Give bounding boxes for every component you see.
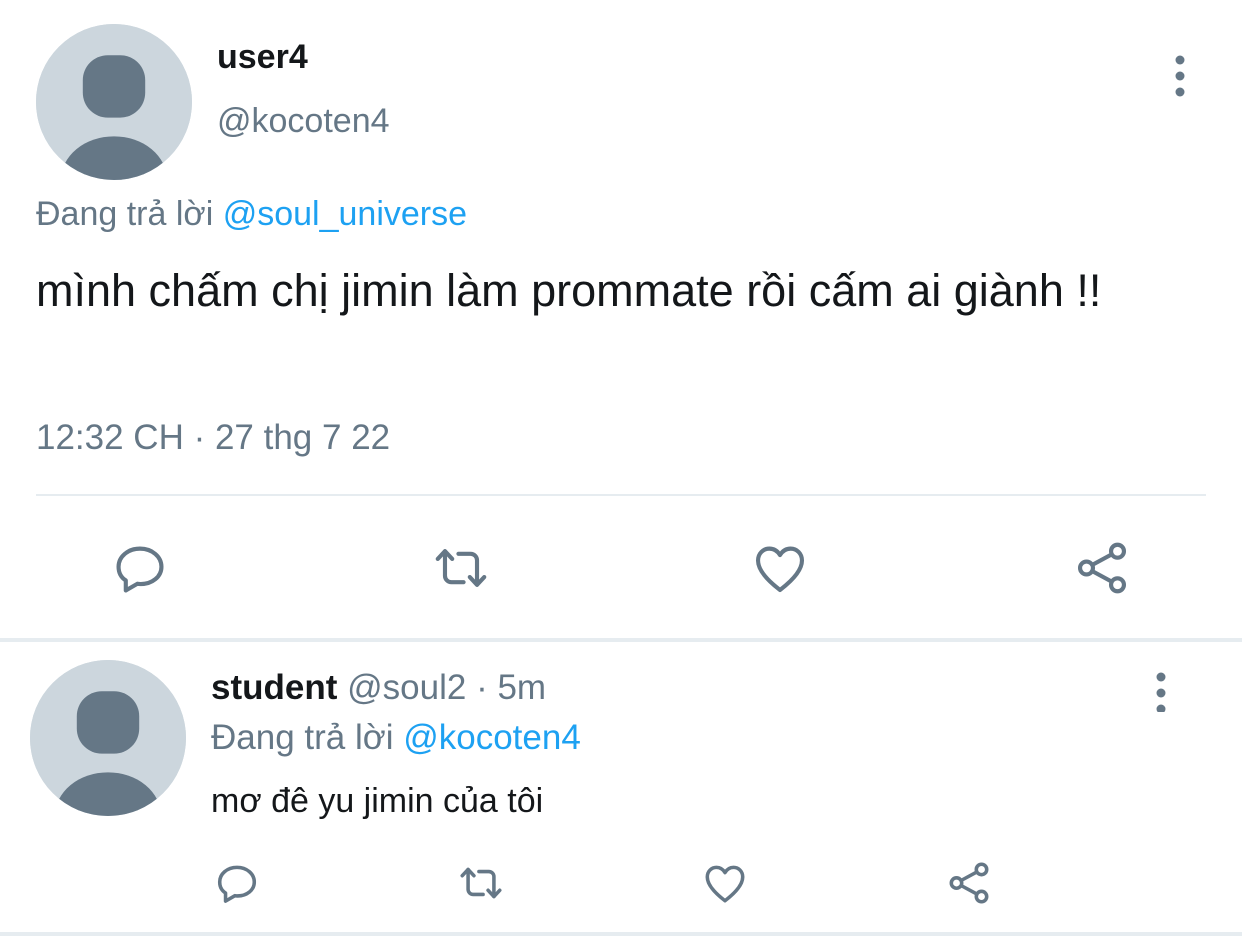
tweet-text: mơ đê yu jimin của tôi xyxy=(211,782,544,820)
avatar[interactable] xyxy=(36,24,192,180)
share-icon xyxy=(949,862,989,904)
replying-to: Đang trả lời @soul_universe xyxy=(36,195,467,234)
share-button[interactable] xyxy=(941,855,997,911)
user-handle[interactable]: @kocoten4 xyxy=(217,102,390,141)
retweet-icon xyxy=(435,549,487,587)
reply-icon xyxy=(116,546,164,593)
separator-dot: · xyxy=(476,668,488,707)
like-icon xyxy=(705,865,745,903)
reply-header: student @soul2 · 5m xyxy=(211,668,546,708)
default-avatar-icon xyxy=(36,24,192,180)
replying-to-mention[interactable]: @soul_universe xyxy=(223,195,467,233)
display-name[interactable]: user4 xyxy=(217,38,308,77)
retweet-button[interactable] xyxy=(425,532,497,604)
retweet-icon xyxy=(460,867,502,899)
tweet-text: mình chấm chị jimin làm prommate rồi cấm… xyxy=(36,265,1102,316)
avatar[interactable] xyxy=(30,660,186,816)
share-icon xyxy=(1077,542,1127,594)
more-vertical-icon xyxy=(1156,672,1166,712)
relative-time[interactable]: 5m xyxy=(497,668,546,707)
divider xyxy=(36,494,1206,496)
retweet-button[interactable] xyxy=(453,855,509,911)
bottom-divider xyxy=(0,932,1242,936)
share-button[interactable] xyxy=(1066,532,1138,604)
section-divider xyxy=(0,638,1242,642)
more-vertical-icon xyxy=(1175,55,1185,97)
tweet-timestamp[interactable]: 12:32 CH · 27 thg 7 22 xyxy=(36,418,390,458)
user-handle[interactable]: @soul2 xyxy=(347,668,466,707)
replying-prefix: Đang trả lời xyxy=(36,195,214,233)
more-options-button[interactable] xyxy=(1160,46,1200,106)
display-name[interactable]: student xyxy=(211,668,337,707)
replying-to-mention[interactable]: @kocoten4 xyxy=(403,718,581,757)
reply-button[interactable] xyxy=(104,532,176,604)
reply-icon xyxy=(217,865,257,903)
like-button[interactable] xyxy=(744,532,816,604)
default-avatar-icon xyxy=(30,660,186,816)
reply-button[interactable] xyxy=(209,855,265,911)
replying-prefix: Đang trả lời xyxy=(211,718,394,757)
like-button[interactable] xyxy=(697,855,753,911)
replying-to: Đang trả lời @kocoten4 xyxy=(211,718,581,758)
like-icon xyxy=(755,546,805,593)
more-options-button[interactable] xyxy=(1141,660,1181,720)
